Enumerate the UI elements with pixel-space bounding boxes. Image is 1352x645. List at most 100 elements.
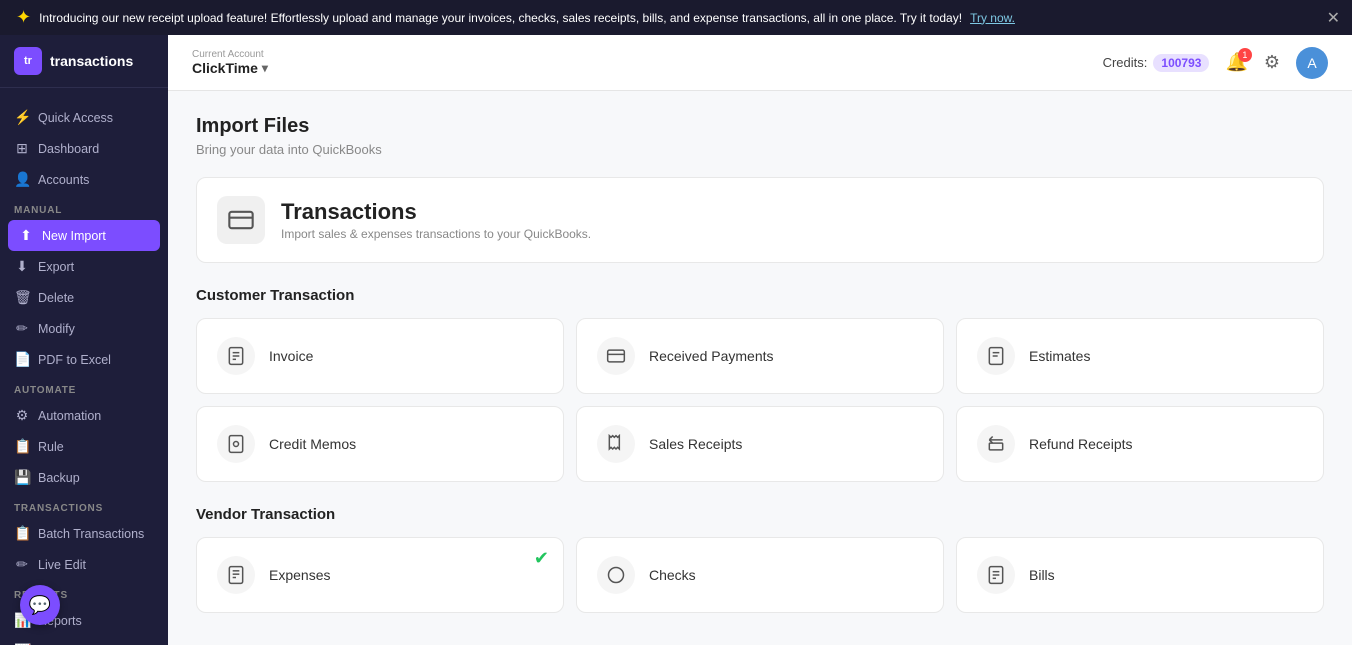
invoice-icon [217, 337, 255, 375]
sidebar-item-label: Delete [38, 291, 74, 305]
bills-label: Bills [1029, 567, 1055, 583]
sidebar-item-label: Export [38, 260, 74, 274]
sales-receipts-label: Sales Receipts [649, 436, 742, 452]
credits-label: Credits: [1103, 55, 1148, 70]
avatar[interactable]: A [1296, 47, 1328, 79]
sidebar-item-label: Backup [38, 471, 80, 485]
announcement-banner: ✦ Introducing our new receipt upload fea… [0, 0, 1352, 35]
sidebar-item-batch-transactions[interactable]: 📋 Batch Transactions [0, 518, 168, 549]
chevron-down-icon: ▾ [262, 61, 268, 75]
sidebar-item-quick-access[interactable]: ⚡ Quick Access [0, 102, 168, 133]
invoice-card[interactable]: Invoice [196, 318, 564, 394]
sidebar-item-label: New Import [42, 229, 106, 243]
automate-section-label: AUTOMATE [0, 375, 168, 400]
sidebar-item-export[interactable]: ⬇ Export [0, 251, 168, 282]
sidebar-item-pdf-to-excel[interactable]: 📄 PDF to Excel [0, 344, 168, 375]
sidebar-item-automation[interactable]: ⚙ Automation [0, 400, 168, 431]
live-edit-icon: ✏ [14, 556, 30, 573]
transactions-card-desc: Import sales & expenses transactions to … [281, 227, 591, 241]
dashboard-icon: ⊞ [14, 140, 30, 157]
rule-icon: 📋 [14, 438, 30, 455]
received-payments-card[interactable]: Received Payments [576, 318, 944, 394]
expenses-card[interactable]: Expenses ✔ [196, 537, 564, 613]
sidebar-item-label: Quick Access [38, 111, 113, 125]
credit-memos-card[interactable]: Credit Memos [196, 406, 564, 482]
main-content: Import Files Bring your data into QuickB… [168, 91, 1352, 645]
notifications-button[interactable]: 🔔 1 [1225, 52, 1247, 73]
checks-label: Checks [649, 567, 696, 583]
sidebar-item-new-import[interactable]: ⬆ New Import [8, 220, 160, 251]
sidebar-item-label: Live Edit [38, 558, 86, 572]
banner-link[interactable]: Try now. [970, 11, 1015, 25]
settings-button[interactable]: ⚙ [1264, 52, 1280, 73]
expenses-icon [217, 556, 255, 594]
sidebar-item-dashboard[interactable]: ⊞ Dashboard [0, 133, 168, 164]
vendor-transaction-grid: Expenses ✔ Checks [196, 537, 1324, 613]
manual-section-label: MANUAL [0, 195, 168, 220]
sidebar-item-label: PDF to Excel [38, 353, 111, 367]
page-subtitle: Bring your data into QuickBooks [196, 142, 1324, 157]
estimates-icon [977, 337, 1015, 375]
transactions-card-info: Transactions Import sales & expenses tra… [281, 199, 591, 241]
accounts-icon: 👤 [14, 171, 30, 188]
sidebar-item-backup[interactable]: 💾 Backup [0, 462, 168, 493]
sales-receipts-card[interactable]: Sales Receipts [576, 406, 944, 482]
sidebar-item-delete[interactable]: 🗑 Delete [0, 282, 168, 313]
export-icon: ⬇ [14, 258, 30, 275]
sidebar-item-label: Accounts [38, 173, 89, 187]
checks-card[interactable]: Checks [576, 537, 944, 613]
chat-button[interactable]: 💬 [20, 585, 60, 625]
sidebar-item-label: Modify [38, 322, 75, 336]
new-import-icon: ⬆ [18, 227, 34, 244]
sidebar-item-label: Rule [38, 440, 64, 454]
quick-access-icon: ⚡ [14, 109, 30, 126]
sidebar-item-accounts[interactable]: 👤 Accounts [0, 164, 168, 195]
refund-receipts-card[interactable]: Refund Receipts [956, 406, 1324, 482]
sidebar-item-label: Dashboard [38, 142, 99, 156]
credit-memos-label: Credit Memos [269, 436, 356, 452]
sidebar-item-label: Batch Transactions [38, 527, 144, 541]
current-account-label: Current Account [192, 49, 268, 60]
transactions-card-icon [217, 196, 265, 244]
sidebar-item-live-edit[interactable]: ✏ Live Edit [0, 549, 168, 580]
star-icon: ✦ [16, 7, 31, 28]
expenses-check-icon: ✔ [534, 548, 549, 569]
automation-icon: ⚙ [14, 407, 30, 424]
header-right: Credits: 100793 🔔 1 ⚙ A [1103, 47, 1328, 79]
account-selector[interactable]: Current Account ClickTime ▾ [192, 49, 268, 76]
delete-icon: 🗑 [14, 289, 30, 306]
credits-value: 100793 [1153, 54, 1209, 72]
pdf-icon: 📄 [14, 351, 30, 368]
checks-icon [597, 556, 635, 594]
sidebar-item-account-summary[interactable]: 📈 Account Summary [0, 636, 168, 645]
transactions-card[interactable]: Transactions Import sales & expenses tra… [196, 177, 1324, 263]
batch-icon: 📋 [14, 525, 30, 542]
invoice-label: Invoice [269, 348, 313, 364]
bills-card[interactable]: Bills [956, 537, 1324, 613]
transactions-card-title: Transactions [281, 199, 591, 225]
account-name-text: ClickTime [192, 60, 258, 76]
account-name-button[interactable]: ClickTime ▾ [192, 60, 268, 76]
sidebar-item-label: Automation [38, 409, 101, 423]
expenses-label: Expenses [269, 567, 330, 583]
credit-memos-icon [217, 425, 255, 463]
bills-icon [977, 556, 1015, 594]
modify-icon: ✏ [14, 320, 30, 337]
page-title: Import Files [196, 115, 1324, 138]
received-payments-label: Received Payments [649, 348, 774, 364]
customer-transaction-grid: Invoice Received Payments [196, 318, 1324, 482]
header: Current Account ClickTime ▾ Credits: 100… [168, 35, 1352, 91]
estimates-card[interactable]: Estimates [956, 318, 1324, 394]
sidebar-item-rule[interactable]: 📋 Rule [0, 431, 168, 462]
banner-text: Introducing our new receipt upload featu… [39, 11, 962, 25]
notification-badge: 1 [1238, 48, 1252, 62]
sidebar: tr transactions ⚡ Quick Access ⊞ Dashboa… [0, 35, 168, 645]
refund-receipts-icon [977, 425, 1015, 463]
credits-section: Credits: 100793 [1103, 54, 1210, 72]
sidebar-item-modify[interactable]: ✏ Modify [0, 313, 168, 344]
received-payments-icon [597, 337, 635, 375]
refund-receipts-label: Refund Receipts [1029, 436, 1133, 452]
estimates-label: Estimates [1029, 348, 1090, 364]
close-icon[interactable]: ✕ [1327, 8, 1340, 28]
vendor-section-title: Vendor Transaction [196, 506, 1324, 523]
